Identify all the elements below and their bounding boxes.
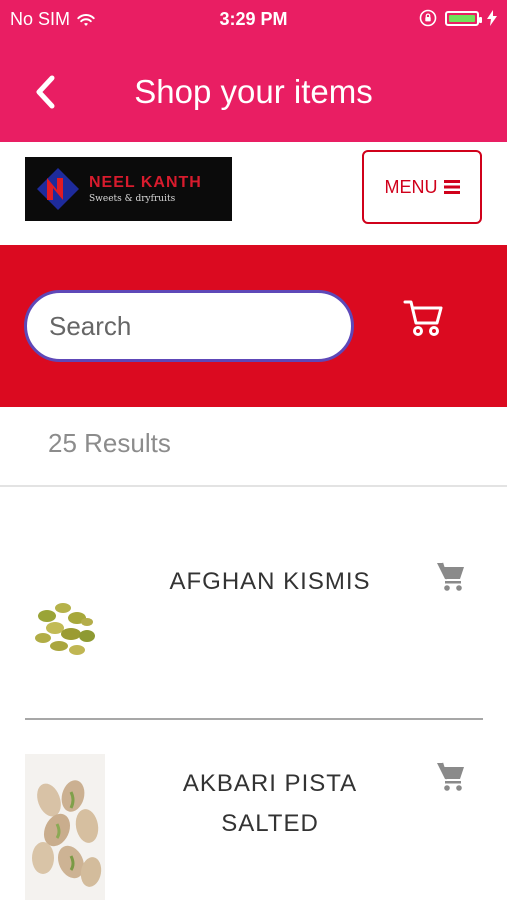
status-right [419, 9, 497, 27]
results-count: 25 Results [48, 428, 171, 458]
logo-brand: NEEL KANTH [89, 173, 202, 191]
battery-icon [445, 10, 482, 26]
menu-button[interactable]: MENU [362, 150, 482, 224]
charging-icon [487, 10, 497, 26]
search-input[interactable] [47, 309, 351, 343]
navigation-bar: Shop your items [0, 40, 507, 142]
product-image[interactable] [25, 754, 105, 900]
product-name[interactable]: AFGHAN KISMIS [140, 562, 400, 602]
hamburger-icon [443, 180, 460, 194]
add-to-cart-icon[interactable] [435, 560, 467, 592]
cart-icon[interactable] [403, 297, 445, 339]
header-bar: No SIM 3:29 PM Shop your items [0, 0, 507, 142]
status-bar: No SIM 3:29 PM [0, 0, 507, 40]
product-image[interactable] [25, 592, 105, 664]
item-separator [25, 718, 483, 720]
search-section [0, 245, 507, 407]
divider [0, 485, 507, 487]
page-title: Shop your items [134, 73, 373, 110]
list-item[interactable]: AFGHAN KISMIS [0, 540, 507, 720]
logo-tagline: Sweets & dryfruits [89, 193, 176, 204]
brand-row: NEEL KANTH Sweets & dryfruits MENU [0, 142, 507, 245]
orientation-lock-icon [419, 9, 437, 27]
logo-mark-icon [37, 168, 79, 210]
product-name[interactable]: AKBARI PISTA SALTED [140, 764, 400, 844]
search-box [24, 290, 354, 362]
list-item[interactable]: AKBARI PISTA SALTED [0, 740, 507, 900]
logo: NEEL KANTH Sweets & dryfruits [25, 157, 232, 221]
menu-label: MENU [384, 176, 438, 197]
add-to-cart-icon[interactable] [435, 760, 467, 792]
